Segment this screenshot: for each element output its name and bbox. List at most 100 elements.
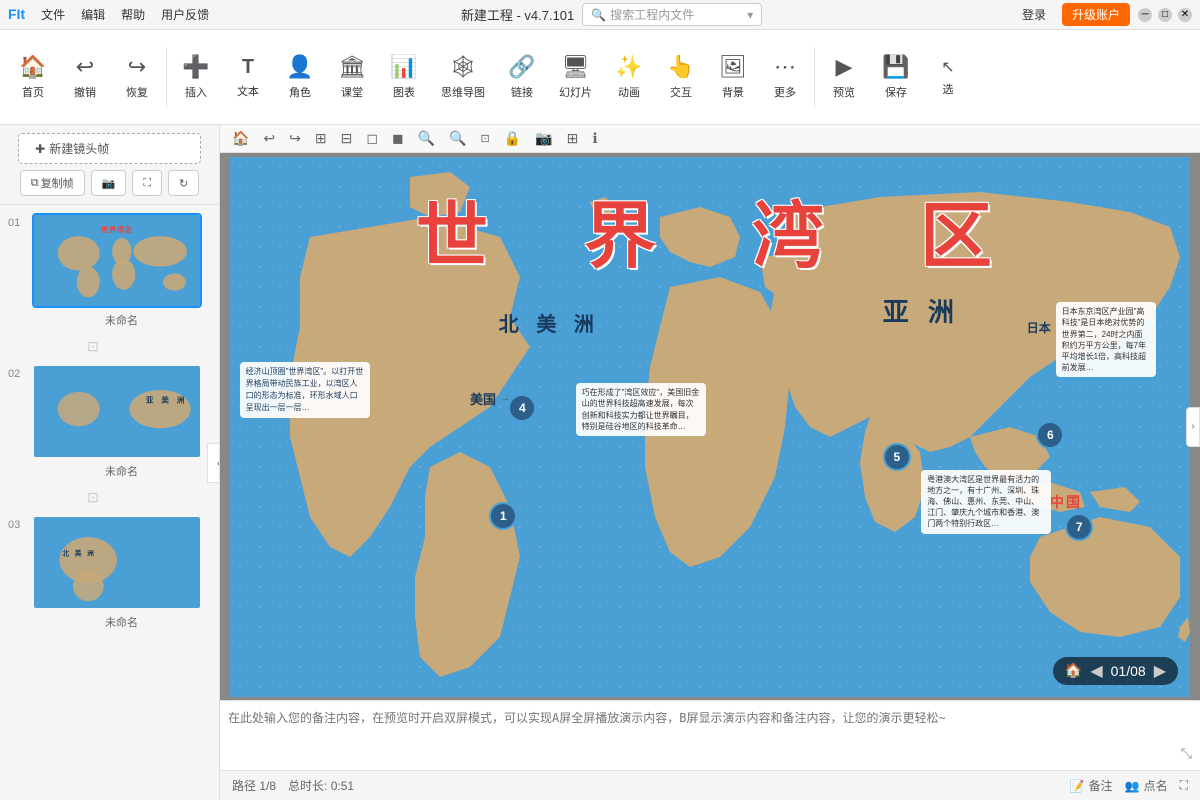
canvas-toolbar: 🏠 ↩ ↪ ⊞ ⊟ ◻ ◼ 🔍 🔍 ⊡ 🔒 📷 ⊞ ℹ [220, 125, 1200, 153]
lesson-button[interactable]: 🏛 课堂 [327, 48, 377, 106]
undo-button[interactable]: ↩ 撤销 [60, 48, 110, 106]
text-button[interactable]: T 文本 [223, 50, 273, 105]
roll-call-button[interactable]: 👥 点名 [1125, 777, 1168, 794]
spacer-icon-01: ⊡ [87, 338, 99, 355]
menu-file[interactable]: 文件 [41, 6, 65, 23]
interact-button[interactable]: 👆 交互 [656, 48, 706, 106]
home-button[interactable]: 🏠 首页 [8, 48, 58, 106]
select-button[interactable]: ↖ 选 [923, 51, 973, 103]
ct-home-icon[interactable]: 🏠 [228, 128, 253, 149]
slide-thumbnail-02[interactable]: 亚 美 洲 [32, 364, 202, 459]
counter-value: 01/08 [1111, 663, 1146, 679]
save-button[interactable]: 💾 保存 [871, 48, 921, 106]
more-label: 更多 [774, 84, 796, 100]
menu-help[interactable]: 帮助 [121, 6, 145, 23]
undo-label: 撤销 [74, 84, 96, 100]
ct-lock-icon[interactable]: 🔒 [500, 128, 525, 149]
ct-back-icon[interactable]: ↩ [259, 128, 279, 149]
plus-icon: ✚ [35, 142, 45, 156]
character-icon: 👤 [286, 54, 313, 80]
text-icon: T [242, 56, 254, 79]
login-button[interactable]: 登录 [1014, 4, 1054, 25]
insert-button[interactable]: ➕ 插入 [171, 48, 221, 106]
new-frame-button[interactable]: ✚ 新建镜头帧 [18, 133, 201, 164]
chart-button[interactable]: 📊 图表 [379, 48, 429, 106]
marker-7[interactable]: 7 [1065, 513, 1093, 541]
lesson-label: 课堂 [341, 84, 363, 100]
ct-camera2-icon[interactable]: 📷 [531, 128, 556, 149]
path-label: 路径 1/8 [232, 777, 276, 794]
link-label: 链接 [511, 84, 533, 100]
slide-thumbnail-01[interactable]: 世界湾区 [32, 213, 202, 308]
slide-item-02: 02 亚 美 洲 未命名 [8, 364, 211, 479]
fullscreen-bottom-button[interactable]: ⛶ [1180, 778, 1188, 793]
right-collapse-button[interactable]: › [1186, 407, 1200, 447]
ct-square2-icon[interactable]: ⊟ [337, 128, 357, 149]
rotate-button[interactable]: ↻ [168, 170, 199, 196]
copy-frame-button[interactable]: ⧉ 复制帧 [20, 170, 85, 196]
notes-button[interactable]: 📝 备注 [1070, 777, 1113, 794]
thumb1-overlay-title: 世界湾区 [101, 225, 133, 235]
sidebar-collapse-button[interactable]: ‹ [207, 443, 220, 483]
ct-square1-icon[interactable]: ⊞ [311, 128, 331, 149]
fullscreen-button[interactable]: ⛶ [132, 170, 162, 196]
action-group: ▶ 预览 💾 保存 ↖ 选 [819, 48, 973, 106]
insert-label: 插入 [185, 84, 207, 100]
svg-text:亚 美 洲: 亚 美 洲 [146, 394, 188, 404]
canvas-area: 🏠 ↩ ↪ ⊞ ⊟ ◻ ◼ 🔍 🔍 ⊡ 🔒 📷 ⊞ ℹ › [220, 125, 1200, 800]
text-label: 文本 [237, 83, 259, 99]
slide-thumb-container-01: 世界湾区 [32, 213, 211, 328]
search-box[interactable]: 🔍 搜索工程内文件 ▾ [582, 3, 762, 26]
upgrade-button[interactable]: 升级账户 [1062, 3, 1130, 26]
menu-feedback[interactable]: 用户反馈 [161, 6, 209, 23]
notes-label: 备注 [1089, 777, 1113, 794]
ct-zoom-in-icon[interactable]: 🔍 [414, 128, 439, 149]
main-layout: ✚ 新建镜头帧 ⧉ 复制帧 📷 ⛶ ↻ [0, 125, 1200, 800]
counter-home-icon[interactable]: 🏠 [1065, 662, 1082, 679]
slide-number-03: 03 [8, 515, 26, 531]
counter-next-button[interactable]: ▶ [1154, 661, 1166, 681]
canvas-wrapper[interactable]: › [220, 153, 1200, 700]
more-button[interactable]: ⋯ 更多 [760, 48, 810, 106]
close-button[interactable]: ✕ [1178, 8, 1192, 22]
ct-fit-icon[interactable]: ⊡ [477, 130, 494, 147]
save-label: 保存 [885, 84, 907, 100]
link-button[interactable]: 🔗 链接 [497, 48, 547, 106]
slide-thumbnail-03[interactable]: 北 美 洲 [32, 515, 202, 610]
animation-button[interactable]: ✨ 动画 [604, 48, 654, 106]
ct-square3-icon[interactable]: ◻ [362, 128, 382, 149]
notes-expand-icon[interactable]: ⤡ [1181, 745, 1192, 762]
menu-edit[interactable]: 编辑 [81, 6, 105, 23]
roll-call-icon: 👥 [1125, 779, 1140, 793]
ct-zoom-out-icon[interactable]: 🔍 [445, 128, 470, 149]
ct-forward-icon[interactable]: ↪ [285, 128, 305, 149]
fullscreen-icon: ⛶ [143, 177, 151, 190]
lesson-icon: 🏛 [338, 54, 366, 80]
minimize-button[interactable]: ─ [1138, 8, 1152, 22]
fullscreen-bottom-icon: ⛶ [1180, 778, 1188, 793]
character-button[interactable]: 👤 角色 [275, 48, 325, 106]
camera-button[interactable]: 📷 [91, 170, 127, 196]
bottom-right: 📝 备注 👥 点名 ⛶ [1070, 777, 1188, 794]
ct-grid-icon[interactable]: ⊞ [563, 128, 583, 149]
chevron-down-icon: ▾ [747, 8, 753, 22]
camera-icon: 📷 [102, 177, 116, 190]
maximize-button[interactable]: □ [1158, 8, 1172, 22]
marker-5[interactable]: 5 [883, 443, 911, 471]
mindmap-button[interactable]: 🕸 思维导图 [431, 48, 495, 106]
nav-group: 🏠 首页 ↩ 撤销 ↪ 恢复 [8, 48, 162, 106]
ct-square4-icon[interactable]: ◼ [388, 128, 408, 149]
ct-info-icon[interactable]: ℹ [588, 128, 601, 149]
redo-button[interactable]: ↪ 恢复 [112, 48, 162, 106]
notes-input[interactable] [228, 709, 1192, 762]
counter-prev-button[interactable]: ◀ [1090, 661, 1102, 681]
home-label: 首页 [22, 84, 44, 100]
home-icon: 🏠 [19, 54, 46, 80]
rotate-icon: ↻ [179, 177, 188, 190]
character-label: 角色 [289, 84, 311, 100]
preview-button[interactable]: ▶ 预览 [819, 48, 869, 106]
mindmap-label: 思维导图 [441, 84, 485, 100]
title-bar-center: 新建工程 - v4.7.101 🔍 搜索工程内文件 ▾ [461, 3, 762, 26]
background-button[interactable]: 🖼 背景 [708, 48, 758, 106]
slideshow-button[interactable]: 🖥 幻灯片 [549, 48, 602, 106]
